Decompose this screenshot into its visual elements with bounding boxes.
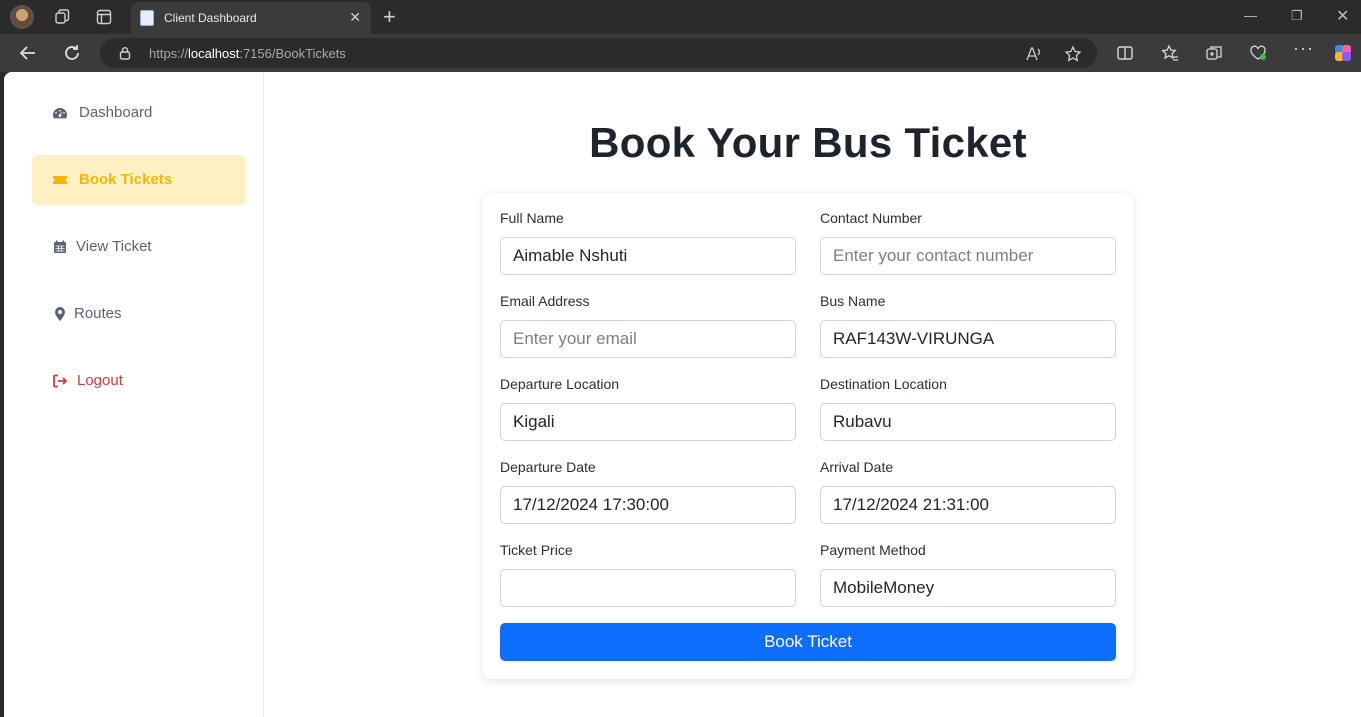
split-screen-icon[interactable]: [1116, 44, 1134, 62]
full-name-input[interactable]: [501, 238, 795, 274]
sidebar: Dashboard Book Tickets View Ticket Route…: [4, 72, 264, 717]
profile-avatar[interactable]: [10, 5, 34, 29]
sidebar-item-label: Routes: [74, 305, 122, 322]
browser-essentials-icon[interactable]: [1249, 44, 1267, 62]
contact-number-label: Contact Number: [820, 210, 922, 226]
sidebar-item-label: View Ticket: [76, 238, 152, 255]
copilot-icon[interactable]: [1333, 43, 1353, 63]
bus-name-input[interactable]: [821, 321, 1115, 357]
full-name-label: Full Name: [500, 210, 564, 226]
sidebar-item-label: Book Tickets: [79, 171, 173, 188]
workspaces-icon[interactable]: [53, 8, 71, 26]
calendar-icon: [54, 240, 66, 253]
booking-form: Full Name Contact Number Email Address B…: [483, 193, 1133, 679]
back-icon[interactable]: [17, 42, 39, 64]
refresh-icon[interactable]: [61, 42, 83, 64]
tab-actions-icon[interactable]: [95, 8, 113, 26]
payment-method-label: Payment Method: [820, 542, 926, 558]
main-content: Book Your Bus Ticket Full Name Contact N…: [265, 72, 1361, 717]
collections-icon[interactable]: [1205, 44, 1223, 62]
sidebar-item-label: Dashboard: [79, 104, 153, 121]
sidebar-item-view-ticket[interactable]: View Ticket: [32, 222, 246, 272]
arrival-date-field[interactable]: [820, 486, 1116, 524]
bus-name-label: Bus Name: [820, 293, 886, 309]
sidebar-item-logout[interactable]: Logout: [32, 356, 246, 406]
read-aloud-icon[interactable]: [1024, 45, 1042, 63]
departure-date-field[interactable]: [500, 486, 796, 524]
gauge-icon: [53, 108, 67, 119]
browser-toolbar: https://localhost:7156/BookTickets ···: [0, 34, 1361, 72]
arrival-date-input[interactable]: [821, 487, 1115, 523]
ticket-price-label: Ticket Price: [500, 542, 573, 558]
departure-date-input[interactable]: [501, 487, 795, 523]
new-tab-icon[interactable]: +: [383, 4, 396, 30]
more-options-icon[interactable]: ···: [1293, 38, 1313, 58]
email-label: Email Address: [500, 293, 590, 309]
destination-location-input[interactable]: [821, 404, 1115, 440]
sidebar-item-book-tickets[interactable]: Book Tickets: [32, 155, 246, 205]
ticket-price-field[interactable]: [500, 569, 796, 607]
departure-location-field[interactable]: [500, 403, 796, 441]
departure-location-label: Departure Location: [500, 376, 620, 392]
lock-icon[interactable]: [118, 46, 132, 60]
logout-icon: [53, 374, 68, 388]
tab-client-dashboard[interactable]: Client Dashboard ✕: [131, 2, 371, 34]
map-pin-icon: [55, 307, 65, 321]
contact-number-field[interactable]: [820, 237, 1116, 275]
ticket-price-input[interactable]: [501, 570, 795, 606]
bus-name-field[interactable]: [820, 320, 1116, 358]
destination-location-field[interactable]: [820, 403, 1116, 441]
ticket-icon: [53, 176, 67, 184]
book-ticket-button[interactable]: Book Ticket: [500, 623, 1116, 661]
tab-title: Client Dashboard: [164, 11, 257, 25]
departure-location-input[interactable]: [501, 404, 795, 440]
minimize-icon[interactable]: —: [1244, 8, 1257, 23]
full-name-field[interactable]: [500, 237, 796, 275]
favorites-icon[interactable]: [1161, 44, 1179, 62]
page-icon: [140, 10, 154, 26]
address-bar[interactable]: https://localhost:7156/BookTickets: [100, 38, 1097, 68]
sidebar-item-routes[interactable]: Routes: [32, 289, 246, 339]
favorite-star-icon[interactable]: [1064, 45, 1082, 63]
sidebar-item-dashboard[interactable]: Dashboard: [32, 88, 246, 138]
page-title: Book Your Bus Ticket: [589, 119, 1027, 166]
close-window-icon[interactable]: ✕: [1336, 6, 1349, 26]
close-tab-icon[interactable]: ✕: [349, 9, 361, 26]
payment-method-input[interactable]: [821, 570, 1115, 606]
email-field[interactable]: [500, 320, 796, 358]
email-input[interactable]: [501, 321, 795, 357]
arrival-date-label: Arrival Date: [820, 459, 894, 475]
departure-date-label: Departure Date: [500, 459, 596, 475]
browser-tab-bar: Client Dashboard ✕ + — ❐ ✕: [0, 0, 1361, 34]
restore-icon[interactable]: ❐: [1291, 8, 1303, 24]
sidebar-item-label: Logout: [77, 372, 123, 389]
destination-location-label: Destination Location: [820, 376, 947, 392]
page-viewport: Dashboard Book Tickets View Ticket Route…: [4, 72, 1361, 717]
url-text[interactable]: https://localhost:7156/BookTickets: [149, 46, 346, 61]
contact-number-input[interactable]: [821, 238, 1115, 274]
payment-method-field[interactable]: [820, 569, 1116, 607]
